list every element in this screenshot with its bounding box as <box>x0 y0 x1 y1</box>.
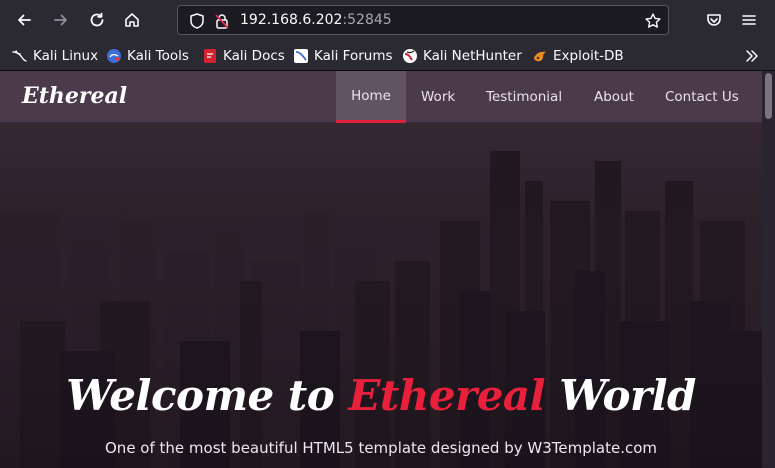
reload-icon[interactable] <box>83 6 111 34</box>
site-navbar: Ethereal Home Work Testimonial About Con… <box>0 71 762 123</box>
hero-subtitle: One of the most beautiful HTML5 template… <box>105 439 657 457</box>
nethunter-icon <box>403 49 417 63</box>
bookmark-label: Kali NetHunter <box>423 48 522 64</box>
forward-arrow-icon[interactable] <box>47 6 75 34</box>
url-port: :52845 <box>342 12 392 28</box>
bookmark-label: Kali Forums <box>314 48 393 64</box>
bookmarks-bar: Kali Linux Kali Tools Kali Docs Kali For… <box>0 40 775 71</box>
bookmark-exploit-db[interactable]: Exploit-DB <box>532 46 624 66</box>
pocket-icon[interactable] <box>700 6 728 34</box>
kali-docs-icon <box>204 49 216 63</box>
kali-dragon-icon <box>12 50 27 62</box>
more-bookmarks-button[interactable] <box>744 46 760 66</box>
home-icon[interactable] <box>118 6 146 34</box>
url-bar[interactable]: 192.168.6.202:52845 <box>177 5 669 35</box>
hero-title-after: World <box>545 371 696 420</box>
hero-title: Welcome to Ethereal World <box>0 371 762 420</box>
kali-tools-icon <box>107 49 121 63</box>
exploit-db-icon <box>534 51 546 62</box>
chevron-double-right-icon <box>746 50 758 62</box>
bookmark-star-icon[interactable] <box>644 12 662 30</box>
scrollbar-thumb[interactable] <box>765 73 772 119</box>
url-text[interactable]: 192.168.6.202:52845 <box>240 12 392 28</box>
nav-home[interactable]: Home <box>336 71 406 123</box>
menu-icon[interactable] <box>735 6 763 34</box>
kali-forums-icon <box>294 49 308 63</box>
bookmark-kali-tools[interactable]: Kali Tools <box>106 46 189 66</box>
bookmark-kali-nethunter[interactable]: Kali NetHunter <box>402 46 522 66</box>
bookmark-kali-docs[interactable]: Kali Docs <box>202 46 285 66</box>
bookmark-label: Kali Docs <box>223 48 285 64</box>
bookmark-label: Kali Tools <box>127 48 189 64</box>
nav-contact-us[interactable]: Contact Us <box>665 71 739 123</box>
bookmark-label: Kali Linux <box>33 48 99 64</box>
bookmark-kali-forums[interactable]: Kali Forums <box>293 46 393 66</box>
page-scrollbar[interactable] <box>762 71 775 468</box>
page-viewport: Ethereal Home Work Testimonial About Con… <box>0 71 775 468</box>
back-arrow-icon[interactable] <box>10 6 38 34</box>
url-host: 192.168.6.202 <box>240 12 343 28</box>
nav-about[interactable]: About <box>594 71 634 123</box>
hero-title-before: Welcome to <box>66 371 349 420</box>
shield-icon[interactable] <box>188 12 206 30</box>
nav-testimonial[interactable]: Testimonial <box>486 71 562 123</box>
insecure-lock-icon[interactable] <box>213 12 231 30</box>
site-logo[interactable]: Ethereal <box>22 83 127 109</box>
bookmark-label: Exploit-DB <box>553 48 624 64</box>
nav-work[interactable]: Work <box>421 71 455 123</box>
browser-toolbar: 192.168.6.202:52845 <box>0 0 775 40</box>
hero-title-accent: Ethereal <box>348 371 546 420</box>
bookmark-kali-linux[interactable]: Kali Linux <box>12 46 98 66</box>
